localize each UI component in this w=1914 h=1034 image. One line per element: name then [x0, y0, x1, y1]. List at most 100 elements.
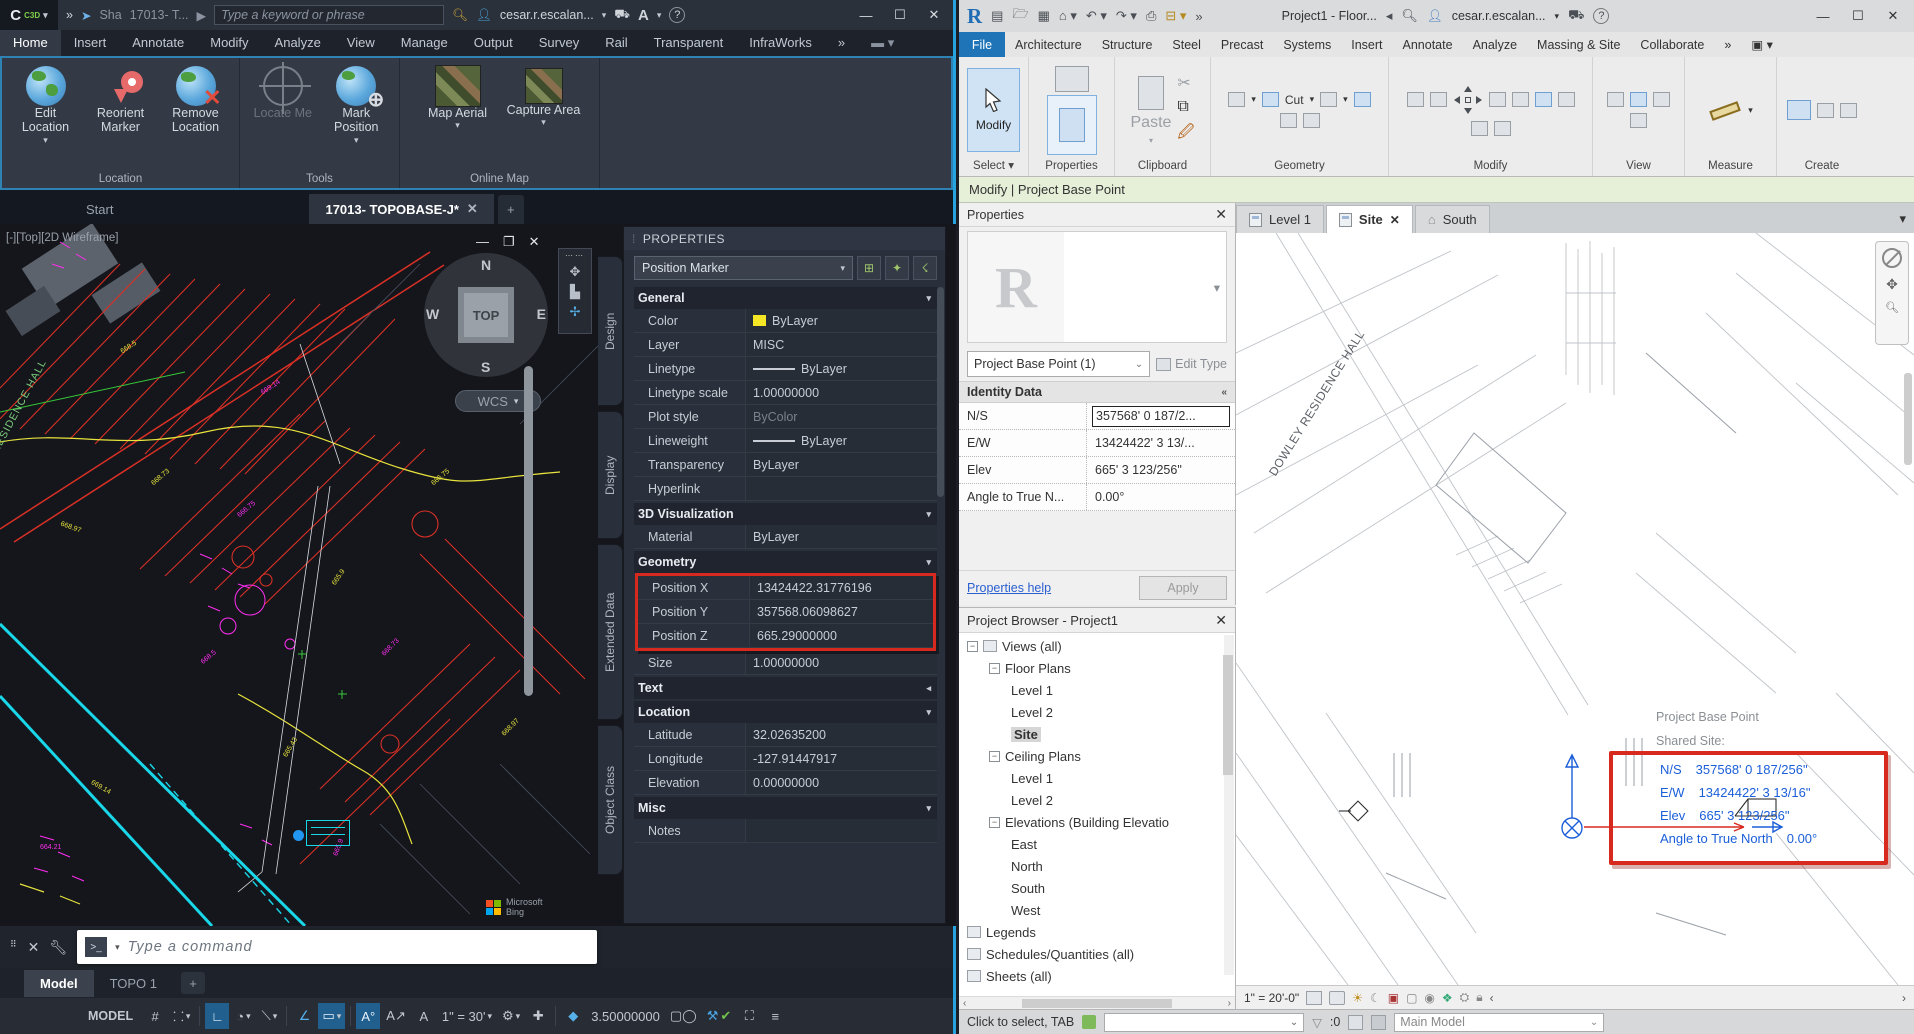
revit-tab-structure[interactable]: Structure	[1092, 38, 1163, 52]
hide-elements-icon[interactable]	[1630, 92, 1647, 107]
property-row[interactable]: ColorByLayer	[634, 309, 937, 333]
rotate-icon[interactable]	[1489, 92, 1506, 107]
create-assembly-icon[interactable]	[1840, 103, 1857, 118]
palette-tab-extended-data[interactable]: Extended Data	[598, 544, 623, 720]
autoscale-icon[interactable]: A↗	[382, 1003, 410, 1029]
viewcube-north[interactable]: N	[481, 257, 491, 273]
property-value[interactable]: ByLayer	[746, 309, 937, 332]
palette-tab-object-class[interactable]: Object Class	[598, 725, 623, 875]
elevation-marker-icon[interactable]: ◆	[561, 1003, 585, 1029]
view-tab-level-1[interactable]: Level 1	[1236, 205, 1324, 233]
type-selector-dropdown[interactable]: Project Base Point (1)⌄	[967, 351, 1150, 377]
revit-tab-systems[interactable]: Systems	[1273, 38, 1341, 52]
point-number-icon[interactable]: ✢	[570, 304, 581, 320]
properties-panel-label[interactable]: Properties	[1029, 159, 1114, 176]
create-panel-label[interactable]: Create	[1777, 159, 1867, 176]
measure-icon[interactable]: ⊟ ▾	[1165, 8, 1186, 24]
object-type-dropdown[interactable]: Position Marker▾	[634, 256, 853, 280]
edit-type-button[interactable]: Edit Type	[1156, 351, 1227, 377]
move-icon[interactable]	[1453, 85, 1483, 115]
property-value-cell[interactable]: 357568' 0 187/2...	[1092, 406, 1230, 427]
type-properties-icon[interactable]	[1055, 66, 1089, 92]
demolish-hammer-icon[interactable]	[1303, 113, 1320, 128]
acad-tab-manage[interactable]: Manage	[388, 30, 461, 56]
customize-wrench-icon[interactable]: 🔧︎	[49, 939, 67, 956]
section-collapse-icon[interactable]: ▾	[926, 803, 931, 814]
tabs-overflow-icon[interactable]: »	[825, 30, 858, 56]
section-collapse-icon[interactable]: ▾	[926, 293, 931, 304]
section-header-text[interactable]: Text◂	[634, 677, 937, 699]
help-icon[interactable]: ?	[669, 7, 685, 23]
identity-data-header[interactable]: Identity Data«	[959, 381, 1235, 403]
property-row[interactable]: Longitude-127.91447917	[634, 747, 937, 771]
property-value[interactable]: 665' 3 123/256"	[1087, 457, 1235, 483]
tree-item-label[interactable]: Level 2	[1011, 705, 1053, 720]
tree-item[interactable]: Sheets (all)	[959, 965, 1235, 987]
command-input[interactable]: >_▾ Type a command	[77, 930, 597, 964]
copy-to-clipboard-icon[interactable]: ⧉	[1177, 98, 1194, 116]
acad-tab-insert[interactable]: Insert	[61, 30, 120, 56]
close-button[interactable]: ✕	[921, 4, 947, 26]
worksharing-icon[interactable]: ⛭︎	[1460, 990, 1470, 1005]
property-row[interactable]: E/W13424422' 3 13/...	[959, 430, 1235, 457]
shadows-icon[interactable]: ☾︎	[1370, 991, 1381, 1005]
viewcube-top-face[interactable]: TOP	[458, 287, 514, 343]
collapse-left-icon[interactable]: ‹	[1490, 991, 1494, 1005]
select-panel-label[interactable]: Select ▾	[959, 159, 1028, 176]
view-tab-label[interactable]: Site	[1359, 212, 1383, 227]
tree-item-label[interactable]: Floor Plans	[1005, 661, 1071, 676]
view-tabs-menu-icon[interactable]: ▾	[1891, 211, 1914, 233]
annotation-scale-icon[interactable]: A	[412, 1003, 436, 1029]
modify-button[interactable]: Modify	[967, 68, 1020, 152]
modify-panel-label[interactable]: Modify	[1389, 159, 1592, 176]
wall-joins-icon[interactable]	[1280, 113, 1297, 128]
acad-tab-analyze[interactable]: Analyze	[262, 30, 334, 56]
offset-icon[interactable]	[1430, 92, 1447, 107]
mirror-icon[interactable]	[1512, 92, 1529, 107]
steering-wheel-icon[interactable]	[1882, 248, 1902, 268]
acad-viewport[interactable]: [-][Top][2D Wireframe] — ❐ ✕ TOP N S W E…	[0, 224, 956, 926]
survey-tool-icon[interactable]: ✥	[570, 264, 581, 280]
view-scale-control[interactable]: 1" = 20'-0"	[1244, 991, 1299, 1005]
expand-collapse-icon[interactable]: −	[989, 751, 1000, 762]
mark-position-button[interactable]: ⊕ Mark Position▾	[322, 64, 392, 145]
property-row[interactable]: Hyperlink	[634, 477, 937, 501]
revit-tab-massing-site[interactable]: Massing & Site	[1527, 38, 1630, 52]
print-icon[interactable]: ⎙︎	[1146, 8, 1156, 24]
acad-tab-annotate[interactable]: Annotate	[119, 30, 197, 56]
browser-hscrollbar[interactable]: ‹›	[959, 996, 1235, 1009]
viewcube[interactable]: TOP N S W E	[424, 253, 548, 377]
array-icon[interactable]	[1471, 121, 1488, 136]
tree-item[interactable]: −Ceiling Plans	[959, 745, 1235, 767]
measure-panel-label[interactable]: Measure	[1685, 159, 1776, 176]
detail-level-icon[interactable]	[1306, 991, 1322, 1005]
isometric-icon[interactable]: ⟍ ▾	[257, 1003, 281, 1029]
share-label[interactable]: Sha	[99, 8, 121, 22]
property-row[interactable]: Size1.00000000	[634, 651, 937, 675]
title-collapse-icon[interactable]: ◂	[1386, 8, 1393, 24]
property-value[interactable]: 13424422.31776196	[750, 576, 933, 599]
tree-item[interactable]: East	[959, 833, 1235, 855]
section-collapse-icon[interactable]: ▾	[926, 557, 931, 568]
temporary-hide-icon[interactable]: ❖	[1442, 991, 1453, 1005]
tree-item[interactable]: North	[959, 855, 1235, 877]
close-button[interactable]: ✕	[1880, 5, 1906, 27]
annotation-visibility-icon[interactable]: A°	[356, 1003, 380, 1029]
map-aerial-button[interactable]: Map Aerial▾	[416, 64, 500, 131]
tree-item-label[interactable]: Schedules/Quantities (all)	[986, 947, 1134, 962]
edit-location-button[interactable]: Edit Location▾	[10, 64, 81, 145]
undo-icon[interactable]: ↶ ▾	[1086, 8, 1107, 24]
minimize-button[interactable]: —	[853, 4, 879, 26]
property-value-cell[interactable]: 665' 3 123/256"	[1092, 460, 1230, 481]
property-row[interactable]: Elev665' 3 123/256"	[959, 457, 1235, 484]
property-value[interactable]: 357568.06098627	[750, 600, 933, 623]
linework-icon[interactable]	[1630, 113, 1647, 128]
zoom-icon[interactable]: 🔍︎	[1885, 301, 1899, 314]
pin-icon[interactable]	[1558, 92, 1575, 107]
new-doc-tab-button[interactable]: +	[498, 195, 524, 224]
revit-user-name[interactable]: cesar.r.escalan...	[1452, 9, 1546, 23]
section-header-misc[interactable]: Misc▾	[634, 797, 937, 819]
tree-item-label[interactable]: Views (all)	[1002, 639, 1062, 654]
select-toggle-icon[interactable]	[1371, 1015, 1386, 1030]
design-option-dropdown[interactable]: Main Model⌄	[1394, 1013, 1604, 1032]
